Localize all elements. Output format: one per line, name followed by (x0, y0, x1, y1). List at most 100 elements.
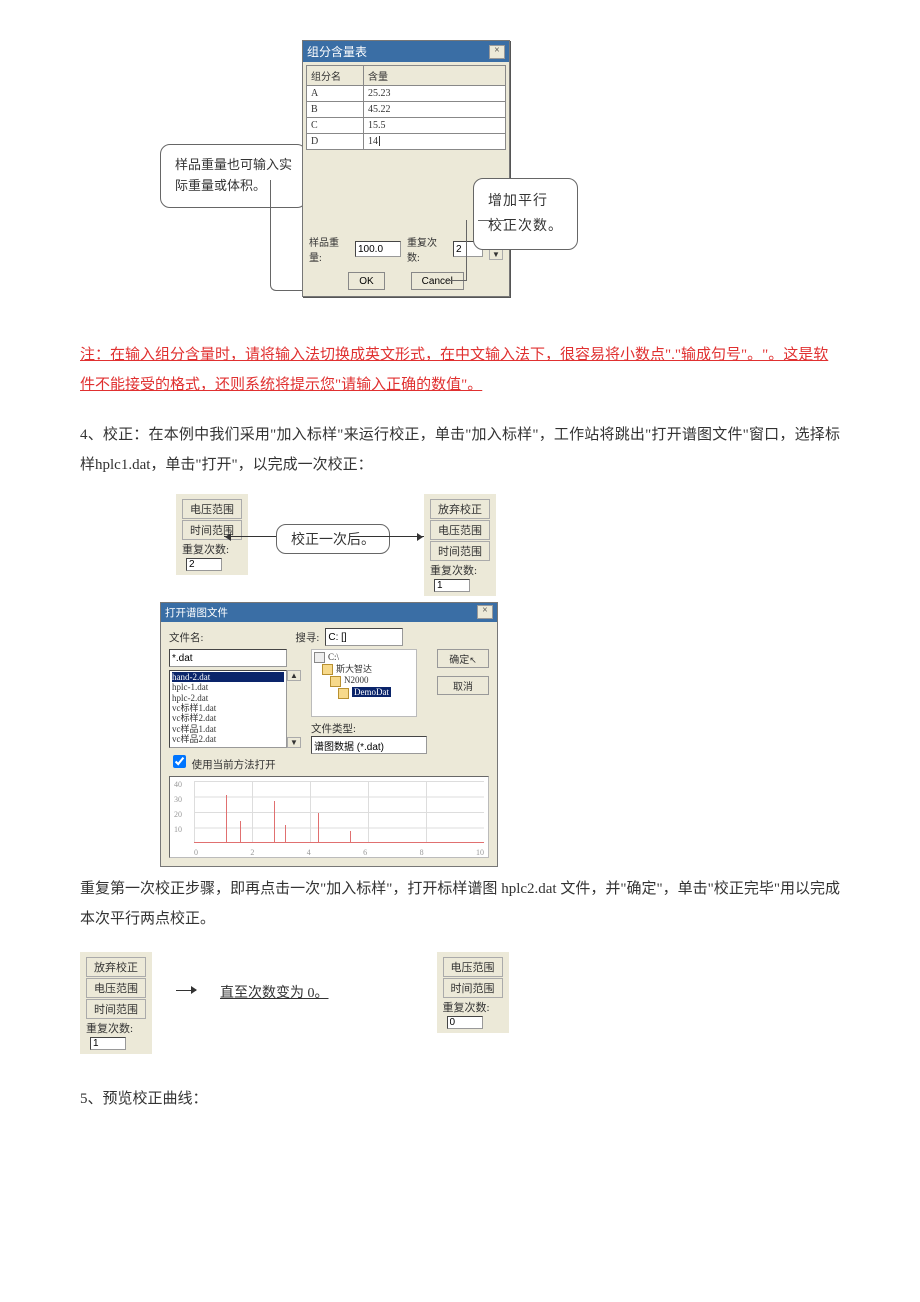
search-label: 搜寻: (295, 630, 319, 645)
callout-connector (466, 220, 467, 280)
list-item[interactable]: vc样品2.dat (172, 734, 284, 744)
drive-select[interactable] (325, 628, 403, 646)
abort-calibrate-button[interactable]: 放弃校正 (430, 499, 490, 519)
drive-icon (314, 652, 325, 663)
callout-right-line2: 校正次数。 (488, 219, 563, 234)
open-spectrum-dialog: 打开谱图文件 × 文件名: 搜寻: hand-2 (160, 602, 498, 867)
x-tick: 2 (250, 848, 254, 857)
until-zero-text: 直至次数变为 0。 (220, 982, 329, 1002)
callout-left-line1: 样品重量也可输入实 (175, 157, 292, 172)
component-content-dialog: 组分含量表 × 组分名 含量 A25.23 B45.22 C15.5 D14 (302, 40, 510, 297)
scroll-up-icon[interactable]: ▲ (287, 670, 301, 681)
panel-before: 电压范围 时间范围 重复次数: (176, 494, 248, 575)
table-row: B45.22 (307, 102, 506, 118)
time-range-button[interactable]: 时间范围 (182, 520, 242, 540)
callout-connector (478, 220, 506, 221)
callout-left-line2: 际重量或体积。 (175, 178, 266, 193)
list-item[interactable]: hand-2.dat (172, 672, 284, 682)
panel-before-zero: 放弃校正 电压范围 时间范围 重复次数: (80, 952, 152, 1054)
weight-input[interactable] (355, 241, 401, 257)
list-item[interactable]: hplc-2.dat (172, 693, 284, 703)
time-range-button[interactable]: 时间范围 (86, 999, 146, 1019)
file-name-label: 文件名: (169, 630, 203, 645)
repeat-count-label: 重复次数: (86, 1020, 144, 1036)
dialog-title: 组分含量表 (307, 43, 367, 60)
list-item[interactable]: vc样品1.dat (172, 724, 284, 734)
folder-icon (330, 676, 341, 687)
fig3-area: 放弃校正 电压范围 时间范围 重复次数: 直至次数变为 0。 电压范围 时间范围… (80, 952, 840, 1054)
confirm-button[interactable]: 确定↖ (437, 649, 489, 668)
voltage-range-button[interactable]: 电压范围 (443, 957, 503, 977)
arrow-right-icon (356, 536, 424, 537)
callout-after-first-calib: 校正一次后。 (276, 524, 390, 554)
list-item[interactable]: vc标样2.dat (172, 713, 284, 723)
repeat-count-label: 重复次数: (182, 541, 240, 557)
y-tick: 20 (174, 807, 182, 822)
scroll-down-icon[interactable]: ▼ (287, 737, 301, 748)
weight-label: 样品重量: (309, 234, 349, 264)
x-tick: 10 (476, 848, 484, 857)
x-tick: 0 (194, 848, 198, 857)
table-row: D14 (307, 134, 506, 150)
y-tick: 40 (174, 777, 182, 792)
tree-node: DemoDat (338, 687, 414, 699)
fig2-area: 电压范围 时间范围 重复次数: 校正一次后。 放弃校正 电压范围 时间范围 重复… (160, 494, 760, 854)
callout-connector (447, 280, 467, 281)
close-icon[interactable]: × (477, 605, 493, 619)
repeat-count-input[interactable] (447, 1016, 483, 1029)
list-item[interactable]: vc标样1.dat (172, 703, 284, 713)
file-list[interactable]: hand-2.dat hplc-1.dat hplc-2.dat vc标样1.d… (169, 670, 287, 748)
folder-icon (322, 664, 333, 675)
paragraph-5: 5、预览校正曲线： (80, 1084, 840, 1114)
repeat-count-input[interactable] (90, 1037, 126, 1050)
repeat-label: 重复次数: (407, 234, 447, 264)
list-item[interactable]: hplc-1.dat (172, 682, 284, 692)
voltage-range-button[interactable]: 电压范围 (430, 520, 490, 540)
y-tick: 10 (174, 822, 182, 837)
voltage-range-button[interactable]: 电压范围 (86, 978, 146, 998)
component-table: 组分名 含量 A25.23 B45.22 C15.5 D14 (306, 65, 506, 150)
checkbox-icon[interactable] (173, 755, 186, 768)
x-tick: 6 (363, 848, 367, 857)
callout-add-run: 增加平行 校正次数。 (473, 178, 578, 250)
abort-calibrate-button[interactable]: 放弃校正 (86, 957, 146, 977)
cancel-button[interactable]: 取消 (437, 676, 489, 695)
x-tick: 8 (420, 848, 424, 857)
note-warning-text: 注：在输入组分含量时，请将输入法切换成英文形式，在中文输入法下，很容易将小数点"… (80, 340, 840, 400)
callout-right-line1: 增加平行 (488, 194, 548, 209)
paragraph-4: 4、校正：在本例中我们采用"加入标样"来运行校正，单击"加入标样"，工作站将跳出… (80, 420, 840, 480)
table-row: A25.23 (307, 86, 506, 102)
tree-node: 斯大智达 (322, 664, 414, 676)
table-row: C15.5 (307, 118, 506, 134)
paragraph-after-fig2: 重复第一次校正步骤，即再点击一次"加入标样"，打开标样谱图 hplc2.dat … (80, 874, 840, 934)
voltage-range-button[interactable]: 电压范围 (182, 499, 242, 519)
panel-after: 放弃校正 电压范围 时间范围 重复次数: (424, 494, 496, 596)
panel-at-zero: 电压范围 时间范围 重复次数: (437, 952, 509, 1033)
folder-open-icon (338, 688, 349, 699)
folder-tree[interactable]: C:\ 斯大智达 N2000 DemoDat (311, 649, 417, 717)
ok-button[interactable]: OK (348, 272, 384, 290)
spectrum-preview-chart: 40 30 20 10 0 2 4 (169, 776, 489, 858)
x-tick: 4 (307, 848, 311, 857)
file-name-input[interactable] (169, 649, 287, 667)
repeat-count-input[interactable] (186, 558, 222, 571)
time-range-button[interactable]: 时间范围 (430, 541, 490, 561)
arrow-left-icon (224, 536, 278, 537)
cancel-button[interactable]: Cancel (411, 272, 464, 290)
tree-root: C:\ (314, 652, 414, 664)
close-icon[interactable]: × (489, 45, 505, 59)
spin-down-icon[interactable]: ▼ (489, 249, 503, 260)
repeat-count-label: 重复次数: (443, 999, 501, 1015)
file-type-select[interactable] (311, 736, 427, 754)
tree-node: N2000 (330, 675, 414, 687)
col-value[interactable]: 含量 (364, 66, 506, 86)
fig1-area: 样品重量也可输入实 际重量或体积。 组分含量表 × 组分名 含量 (160, 40, 760, 320)
repeat-count-label: 重复次数: (430, 562, 488, 578)
open-dialog-title: 打开谱图文件 (165, 605, 228, 620)
repeat-count-input[interactable] (434, 579, 470, 592)
col-name[interactable]: 组分名 (307, 66, 364, 86)
use-current-method-checkbox[interactable]: 使用当前方法打开 (169, 752, 301, 772)
arrow-connector (176, 990, 196, 991)
y-tick: 30 (174, 792, 182, 807)
time-range-button[interactable]: 时间范围 (443, 978, 503, 998)
